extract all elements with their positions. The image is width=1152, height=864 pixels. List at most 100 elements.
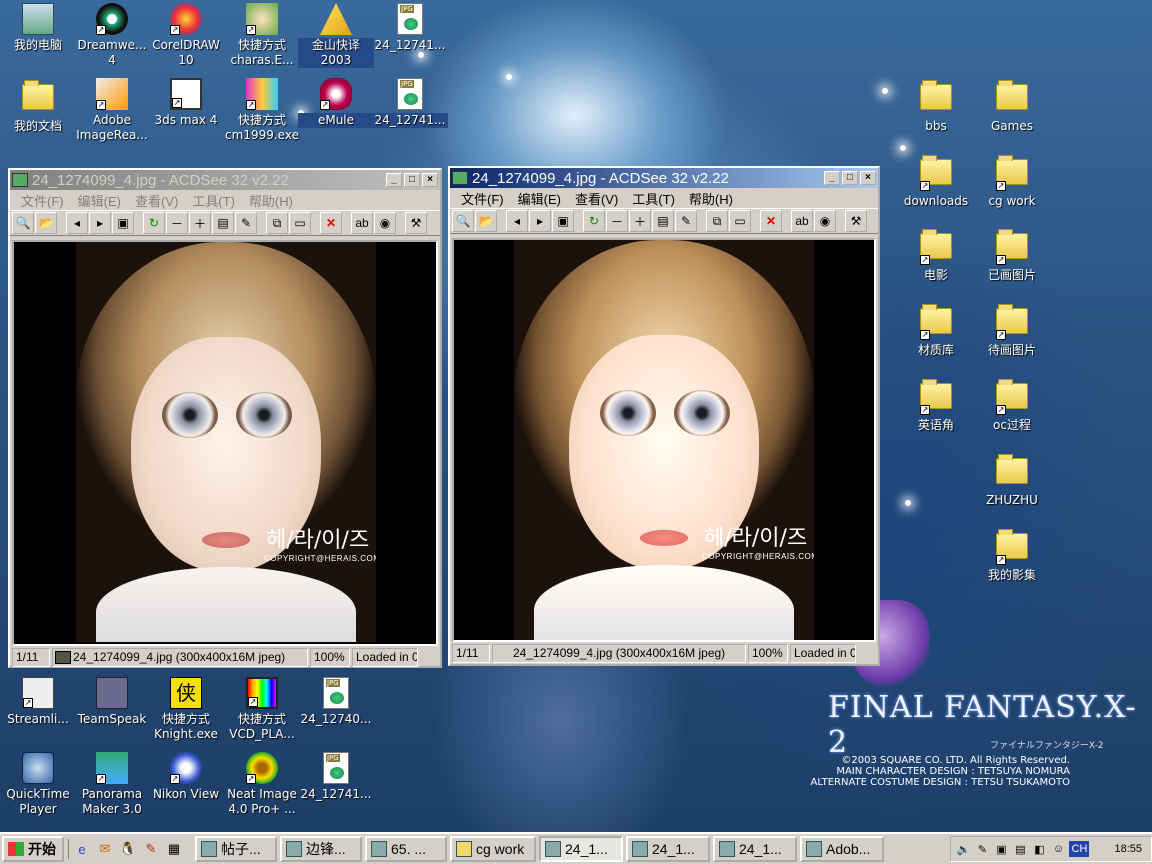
task-button[interactable]: 边锋... xyxy=(280,836,362,862)
menu-tools[interactable]: 工具(T) xyxy=(632,189,675,208)
desktop-icon-my-documents[interactable]: 我的文档 xyxy=(0,78,76,134)
menu-edit[interactable]: 编辑(E) xyxy=(78,191,121,210)
close-button[interactable]: × xyxy=(422,173,438,187)
open-folder-icon[interactable]: 📂 xyxy=(475,210,497,232)
acdsee-app-icon[interactable] xyxy=(452,171,468,185)
network-icon[interactable]: ▣ xyxy=(993,841,1009,857)
ie-icon[interactable]: e xyxy=(72,839,92,859)
next-icon[interactable]: ▸ xyxy=(89,212,111,234)
desktop-icon-3dsmax[interactable]: ↗ 3ds max 4 xyxy=(148,78,224,128)
desktop-folder-downloads[interactable]: ↗ downloads xyxy=(898,153,974,209)
task-button[interactable]: 24_1... xyxy=(626,836,710,862)
tray-app-icon[interactable]: ◧ xyxy=(1031,841,1047,857)
zoom-out-icon[interactable]: － xyxy=(606,210,628,232)
acquire-icon[interactable]: ✎ xyxy=(235,212,257,234)
prev-icon[interactable]: ◂ xyxy=(506,210,528,232)
properties-icon[interactable]: ◉ xyxy=(374,212,396,234)
rotate-icon[interactable]: ↻ xyxy=(583,210,605,232)
delete-icon[interactable]: ✕ xyxy=(320,212,342,234)
zoom-out-icon[interactable]: － xyxy=(166,212,188,234)
desktop-icon-jpg[interactable]: JPG 24_12740... xyxy=(298,677,374,727)
menu-tools[interactable]: 工具(T) xyxy=(192,191,235,210)
desktop-icon[interactable]: ▦ xyxy=(164,839,184,859)
desktop-icon-panorama[interactable]: ↗ Panorama Maker 3.0 xyxy=(74,752,150,817)
messenger-icon[interactable]: ☺ xyxy=(1050,841,1066,857)
title-bar[interactable]: 24_1274099_4.jpg - ACDSee 32 v2.22 _ □ × xyxy=(450,168,878,188)
desktop-icon-jpg[interactable]: JPG 24_12741... xyxy=(372,78,448,128)
task-button[interactable]: Adob... xyxy=(800,836,884,862)
browse-icon[interactable]: 🔍 xyxy=(452,210,474,232)
tools-icon[interactable]: ⚒ xyxy=(405,212,427,234)
open-folder-icon[interactable]: 📂 xyxy=(35,212,57,234)
foxmail-icon[interactable]: ✉ xyxy=(95,839,115,859)
desktop-folder-games[interactable]: Games xyxy=(974,78,1050,134)
start-button[interactable]: 开始 xyxy=(2,836,64,862)
minimize-button[interactable]: _ xyxy=(386,173,402,187)
properties-icon[interactable]: ◉ xyxy=(814,210,836,232)
desktop-icon-jpg[interactable]: JPG 24_12741... xyxy=(372,3,448,53)
zoom-in-icon[interactable]: ＋ xyxy=(189,212,211,234)
rename-icon[interactable]: ab xyxy=(351,212,373,234)
tray-app-icon[interactable]: ✎ xyxy=(974,841,990,857)
desktop-folder-english[interactable]: ↗ 英语角 xyxy=(898,377,974,433)
paste-icon[interactable]: ▭ xyxy=(289,212,311,234)
desktop-folder-albums[interactable]: ↗ 我的影集 xyxy=(974,527,1050,583)
rotate-icon[interactable]: ↻ xyxy=(143,212,165,234)
fullscreen-icon[interactable]: ▣ xyxy=(112,212,134,234)
menu-view[interactable]: 查看(V) xyxy=(135,191,178,210)
acdsee-window-left[interactable]: 24_1274099_4.jpg - ACDSee 32 v2.22 _ □ ×… xyxy=(8,168,442,668)
delete-icon[interactable]: ✕ xyxy=(760,210,782,232)
rename-icon[interactable]: ab xyxy=(791,210,813,232)
desktop-icon-nikonview[interactable]: ↗ Nikon View xyxy=(148,752,224,802)
desktop-icon-knight[interactable]: 侠 快捷方式 Knight.exe xyxy=(148,677,224,742)
browse-icon[interactable]: 🔍 xyxy=(12,212,34,234)
task-button[interactable]: 帖子... xyxy=(195,836,277,862)
desktop-icon-jpg[interactable]: JPG 24_12741... xyxy=(298,752,374,802)
acdsee-window-right[interactable]: 24_1274099_4.jpg - ACDSee 32 v2.22 _ □ ×… xyxy=(448,166,880,666)
copy-icon[interactable]: ⧉ xyxy=(706,210,728,232)
acdsee-app-icon[interactable] xyxy=(12,173,28,187)
image-viewport[interactable]: 헤/라/이/즈 COPYRIGHT@HERAIS.COM xyxy=(12,240,438,646)
desktop-folder-bbs[interactable]: bbs xyxy=(898,78,974,134)
maximize-button[interactable]: □ xyxy=(842,171,858,185)
maximize-button[interactable]: □ xyxy=(404,173,420,187)
desktop-icon-emule[interactable]: ↗ eMule xyxy=(298,78,374,128)
task-button[interactable]: 24_1... xyxy=(539,836,623,862)
title-bar[interactable]: 24_1274099_4.jpg - ACDSee 32 v2.22 _ □ × xyxy=(10,170,440,190)
zoom-in-icon[interactable]: ＋ xyxy=(629,210,651,232)
desktop-folder-cgwork[interactable]: ↗ cg work xyxy=(974,153,1050,209)
image-viewport[interactable]: 헤/라/이/즈 COPYRIGHT@HERAIS.COM xyxy=(452,238,876,642)
tools-icon[interactable]: ⚒ xyxy=(845,210,867,232)
desktop-icon-my-computer[interactable]: 我的电脑 xyxy=(0,3,76,53)
desktop-folder-zhuzhu[interactable]: ZHUZHU xyxy=(974,452,1050,508)
qq-icon[interactable]: 🐧 xyxy=(118,839,138,859)
next-icon[interactable]: ▸ xyxy=(529,210,551,232)
task-button[interactable]: cg work xyxy=(450,836,536,862)
minimize-button[interactable]: _ xyxy=(824,171,840,185)
desktop-icon-charas[interactable]: ↗ 快捷方式 charas.E... xyxy=(224,3,300,68)
desktop-icon-teamspeak[interactable]: TeamSpeak xyxy=(74,677,150,727)
paint-icon[interactable]: ✎ xyxy=(141,839,161,859)
copy-icon[interactable]: ⧉ xyxy=(266,212,288,234)
task-button[interactable]: 65. ... xyxy=(365,836,447,862)
print-icon[interactable]: ▤ xyxy=(212,212,234,234)
paste-icon[interactable]: ▭ xyxy=(729,210,751,232)
input-method-icon[interactable]: CH xyxy=(1069,841,1090,857)
desktop-folder-ocprocess[interactable]: ↗ oc过程 xyxy=(974,377,1050,433)
desktop-icon-imageready[interactable]: ↗ Adobe ImageRea... xyxy=(74,78,150,143)
menu-view[interactable]: 查看(V) xyxy=(575,189,618,208)
menu-file[interactable]: 文件(F) xyxy=(21,191,64,210)
desktop-folder-todraw[interactable]: ↗ 待画图片 xyxy=(974,302,1050,358)
menu-help[interactable]: 帮助(H) xyxy=(249,191,293,210)
desktop-icon-neatimage[interactable]: ↗ Neat Image 4.0 Pro+ ... xyxy=(224,752,300,817)
volume-icon[interactable]: 🔈 xyxy=(955,841,971,857)
task-button[interactable]: 24_1... xyxy=(713,836,797,862)
prev-icon[interactable]: ◂ xyxy=(66,212,88,234)
desktop-icon-jinshan[interactable]: 金山快译 2003 xyxy=(298,3,374,68)
desktop-icon-vcdplayer[interactable]: ↗ 快捷方式 VCD_PLA... xyxy=(224,677,300,742)
desktop-folder-textures[interactable]: ↗ 材质库 xyxy=(898,302,974,358)
fullscreen-icon[interactable]: ▣ xyxy=(552,210,574,232)
menu-file[interactable]: 文件(F) xyxy=(461,189,504,208)
desktop-folder-movies[interactable]: ↗ 电影 xyxy=(898,227,974,283)
menu-edit[interactable]: 编辑(E) xyxy=(518,189,561,208)
